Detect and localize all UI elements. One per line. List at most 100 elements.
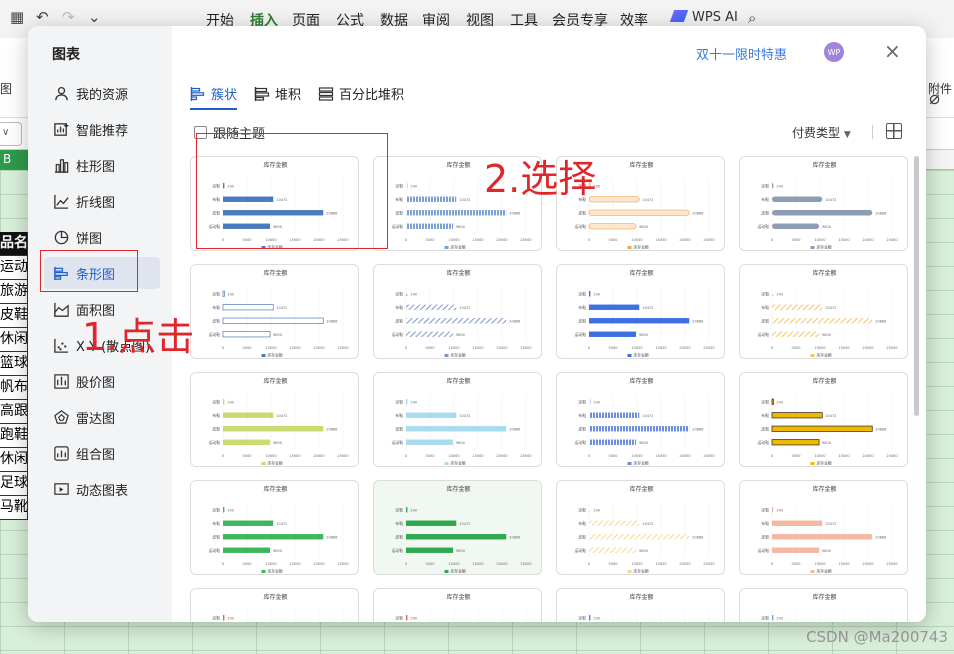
bar bbox=[772, 547, 820, 553]
data-label: 290 bbox=[227, 616, 234, 620]
ribbon-attachment-label[interactable]: 附件 bbox=[928, 80, 952, 97]
table-header-cell[interactable]: 品名称 bbox=[0, 232, 28, 256]
sidebar-item-my-resources[interactable]: 我的资源 bbox=[44, 77, 160, 109]
data-label: 290 bbox=[776, 400, 783, 404]
tab-stacked[interactable]: 堆积 bbox=[254, 84, 301, 103]
table-cell[interactable]: 休闲鞋 bbox=[0, 328, 28, 352]
axis-tick-label: 25000 bbox=[520, 454, 531, 458]
bar bbox=[222, 331, 271, 338]
category-label: 运动鞋 bbox=[392, 224, 404, 229]
category-label: 运动鞋 bbox=[575, 224, 587, 229]
table-cell[interactable]: 篮球鞋 bbox=[0, 352, 28, 376]
data-label: 9800 bbox=[822, 225, 831, 229]
bar bbox=[589, 318, 690, 324]
chart-thumbnail[interactable]: 库存金额0500010000150002000025000凉鞋290布鞋1047… bbox=[739, 156, 908, 251]
chart-thumbnail[interactable]: 库存金额0500010000150002000025000凉鞋290布鞋1047… bbox=[556, 588, 725, 622]
sidebar-item-dynamic-chart[interactable]: 动态图表 bbox=[44, 473, 160, 505]
tab-percent-stacked[interactable]: 百分比堆积 bbox=[318, 84, 404, 103]
data-label: 10472 bbox=[642, 306, 653, 310]
data-label: 290 bbox=[776, 508, 783, 512]
chart-thumbnail[interactable]: 库存金额0500010000150002000025000凉鞋290布鞋1047… bbox=[190, 480, 359, 575]
pay-type-label: 付费类型 bbox=[792, 126, 841, 140]
legend-label: 库存金额 bbox=[268, 569, 283, 574]
combo-chart-icon bbox=[52, 444, 70, 462]
sidebar-item-combo-chart[interactable]: 组合图 bbox=[44, 437, 160, 469]
thumbnail-title: 库存金额 bbox=[263, 269, 287, 277]
chart-thumbnail[interactable]: 库存金额0500010000150002000025000凉鞋290布鞋1047… bbox=[739, 480, 908, 575]
axis-tick-label: 10000 bbox=[448, 346, 459, 350]
column-header-b[interactable]: B bbox=[0, 150, 28, 170]
sidebar-item-label: 我的资源 bbox=[76, 87, 129, 103]
category-label: 凉鞋 bbox=[761, 399, 769, 404]
category-label: 皮鞋 bbox=[395, 534, 403, 539]
table-cell[interactable]: 休闲鞋 bbox=[0, 448, 28, 472]
sidebar-item-line-chart[interactable]: 折线图 bbox=[44, 185, 160, 217]
table-cell[interactable]: 帆布鞋 bbox=[0, 376, 28, 400]
data-label: 20886 bbox=[875, 211, 886, 215]
sidebar-item-stock-chart[interactable]: 股价图 bbox=[44, 365, 160, 397]
chart-thumbnail[interactable]: 库存金额0500010000150002000025000凉鞋290布鞋1047… bbox=[556, 372, 725, 467]
chart-thumbnail[interactable]: 库存金额0500010000150002000025000凉鞋290布鞋1047… bbox=[190, 588, 359, 622]
chart-thumbnail[interactable]: 库存金额0500010000150002000025000凉鞋290布鞋1047… bbox=[739, 372, 908, 467]
chart-thumbnail[interactable]: 库存金额0500010000150002000025000凉鞋290布鞋1047… bbox=[190, 372, 359, 467]
axis-tick-label: 0 bbox=[405, 238, 407, 242]
legend-swatch bbox=[627, 462, 632, 465]
name-box[interactable]: ∨ bbox=[0, 122, 22, 146]
ribbon-left-label[interactable]: 图 bbox=[0, 80, 12, 97]
chart-thumbnail[interactable]: 库存金额0500010000150002000025000凉鞋290布鞋1047… bbox=[373, 588, 542, 622]
sidebar-item-column-chart[interactable]: 柱形图 bbox=[44, 149, 160, 181]
table-cell[interactable]: 运动鞋 bbox=[0, 256, 28, 280]
axis-tick-label: 25000 bbox=[337, 346, 348, 350]
undo-icon[interactable]: ↶ bbox=[36, 8, 49, 26]
sidebar-item-pie-chart[interactable]: 饼图 bbox=[44, 221, 160, 253]
avatar[interactable]: WP bbox=[824, 42, 844, 62]
close-icon[interactable]: × bbox=[884, 39, 901, 63]
chart-thumbnail[interactable]: 库存金额0500010000150002000025000凉鞋290布鞋1047… bbox=[739, 264, 908, 359]
axis-tick-label: 0 bbox=[588, 562, 590, 566]
data-label: 9800 bbox=[273, 549, 282, 553]
thumbnail-title: 库存金额 bbox=[629, 485, 653, 493]
bar bbox=[772, 304, 823, 310]
table-cell[interactable]: 足球鞋 bbox=[0, 472, 28, 496]
bar bbox=[771, 425, 873, 432]
axis-tick-label: 20000 bbox=[862, 562, 873, 566]
more-quick-access-icon[interactable]: ⌄ bbox=[88, 8, 101, 26]
chart-thumbnail[interactable]: 库存金额0500010000150002000025000凉鞋290布鞋1047… bbox=[373, 480, 542, 575]
chart-thumbnail[interactable]: 库存金额0500010000150002000025000凉鞋290布鞋1047… bbox=[373, 264, 542, 359]
sidebar-item-radar-chart[interactable]: 雷达图 bbox=[44, 401, 160, 433]
chart-thumbnail[interactable]: 库存金额0500010000150002000025000凉鞋290布鞋1047… bbox=[373, 372, 542, 467]
chart-thumbnail[interactable]: 库存金额0500010000150002000025000凉鞋290布鞋1047… bbox=[556, 264, 725, 359]
data-label: 10472 bbox=[825, 522, 836, 526]
toolbar-divider bbox=[872, 125, 873, 139]
axis-tick-label: 15000 bbox=[472, 238, 483, 242]
pay-type-dropdown[interactable]: 付费类型 ▼ bbox=[792, 124, 851, 141]
table-cell[interactable]: 皮鞋 bbox=[0, 304, 28, 328]
tab-clustered[interactable]: 簇状 bbox=[190, 84, 238, 110]
promo-link[interactable]: 双十一限时特惠 bbox=[696, 44, 787, 63]
data-label: 10472 bbox=[459, 198, 470, 202]
table-cell[interactable]: 旅游鞋 bbox=[0, 280, 28, 304]
bar bbox=[406, 318, 507, 324]
gallery-scrollbar[interactable] bbox=[914, 156, 919, 416]
search-icon[interactable]: ⌕ bbox=[748, 9, 756, 27]
table-cell[interactable]: 跑鞋 bbox=[0, 424, 28, 448]
data-label: 10472 bbox=[276, 414, 287, 418]
chart-thumbnail[interactable]: 库存金额0500010000150002000025000凉鞋290布鞋1047… bbox=[556, 480, 725, 575]
table-cell[interactable]: 马靴 bbox=[0, 496, 28, 520]
chart-thumbnail[interactable]: 库存金额0500010000150002000025000凉鞋290布鞋1047… bbox=[739, 588, 908, 622]
bar bbox=[406, 426, 507, 432]
sidebar-item-smart-recommend[interactable]: 智能推荐 bbox=[44, 113, 160, 145]
axis-tick-label: 5000 bbox=[243, 346, 252, 350]
redo-icon[interactable]: ↷ bbox=[62, 8, 75, 26]
axis-tick-label: 15000 bbox=[289, 562, 300, 566]
grid-view-icon[interactable] bbox=[886, 123, 902, 139]
bar bbox=[772, 331, 820, 337]
data-label: 290 bbox=[593, 292, 600, 296]
table-cell[interactable]: 高跟鞋 bbox=[0, 400, 28, 424]
wps-ai-button[interactable]: WPS AI bbox=[669, 10, 738, 25]
axis-tick-label: 25000 bbox=[520, 346, 531, 350]
chart-thumbnail[interactable]: 库存金额0500010000150002000025000凉鞋290布鞋1047… bbox=[190, 264, 359, 359]
axis-tick-label: 0 bbox=[588, 346, 590, 350]
category-label: 布鞋 bbox=[395, 521, 403, 526]
axis-tick-label: 15000 bbox=[838, 562, 849, 566]
